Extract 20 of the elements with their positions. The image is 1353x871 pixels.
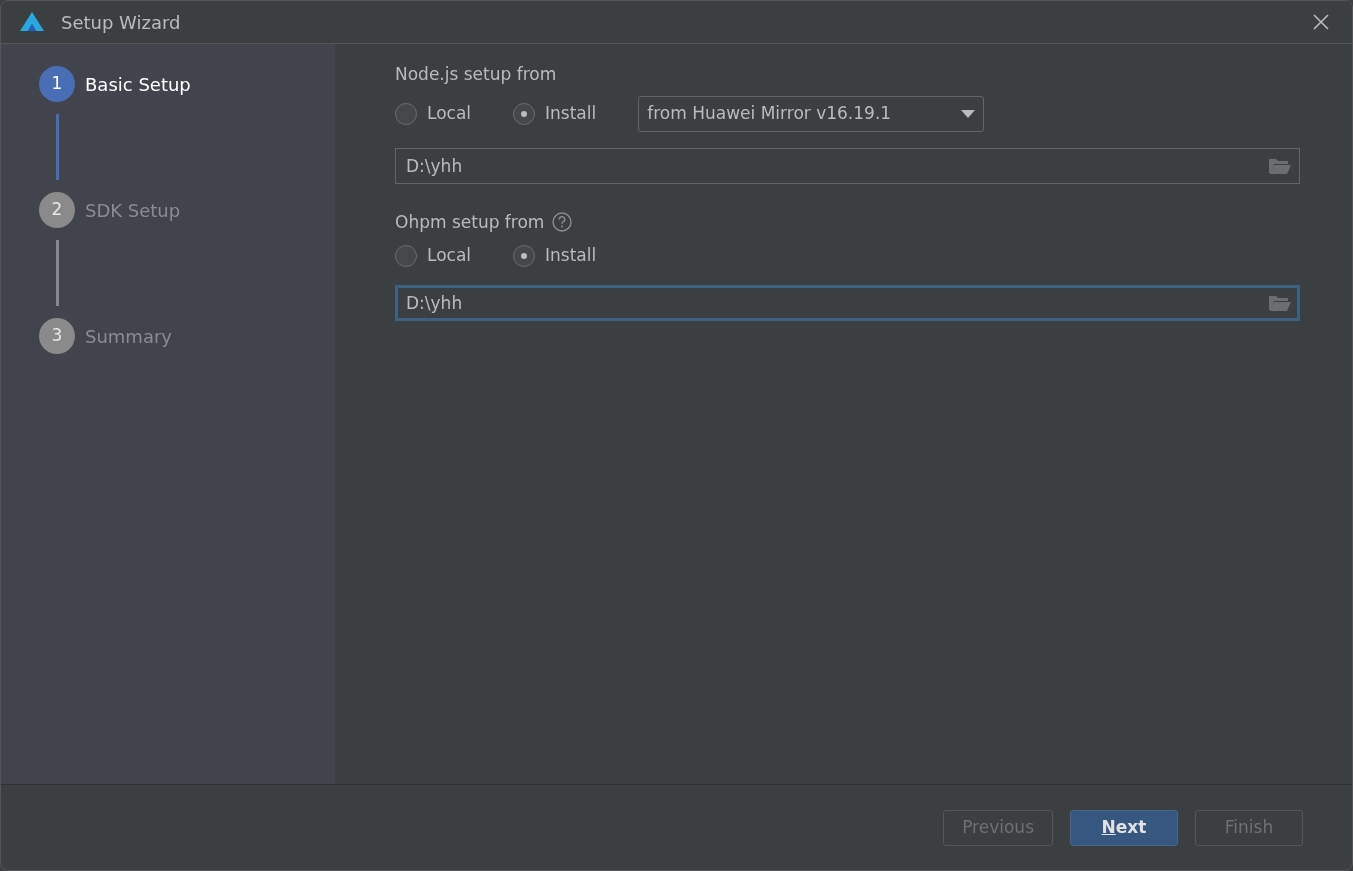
radio-option[interactable]: Local: [395, 243, 472, 269]
caret-icon: [961, 109, 976, 118]
radio-option[interactable]: Install: [513, 243, 597, 269]
path-field[interactable]: D:\yhh: [395, 284, 1300, 321]
wizard-button[interactable]: Next: [1070, 809, 1178, 846]
section-label: Ohpm setup from: [395, 210, 545, 234]
radio-option[interactable]: Local: [395, 100, 472, 127]
step-label[interactable]: Summary: [85, 322, 172, 350]
step-label[interactable]: Basic Setup: [85, 70, 191, 98]
path-field[interactable]: D:\yhh: [395, 147, 1300, 184]
window-title: Setup Wizard: [61, 10, 181, 35]
step-number: 1: [39, 66, 75, 102]
radio-option[interactable]: Install: [513, 100, 597, 127]
section-label: Node.js setup from: [395, 63, 557, 86]
step-number: 3: [39, 318, 75, 354]
app-logo-icon: [19, 11, 45, 33]
help-icon[interactable]: [552, 212, 573, 233]
step-number: 2: [39, 192, 75, 228]
step-label[interactable]: SDK Setup: [85, 196, 181, 224]
version-dropdown[interactable]: from Huawei Mirror v16.19.1: [638, 95, 985, 132]
